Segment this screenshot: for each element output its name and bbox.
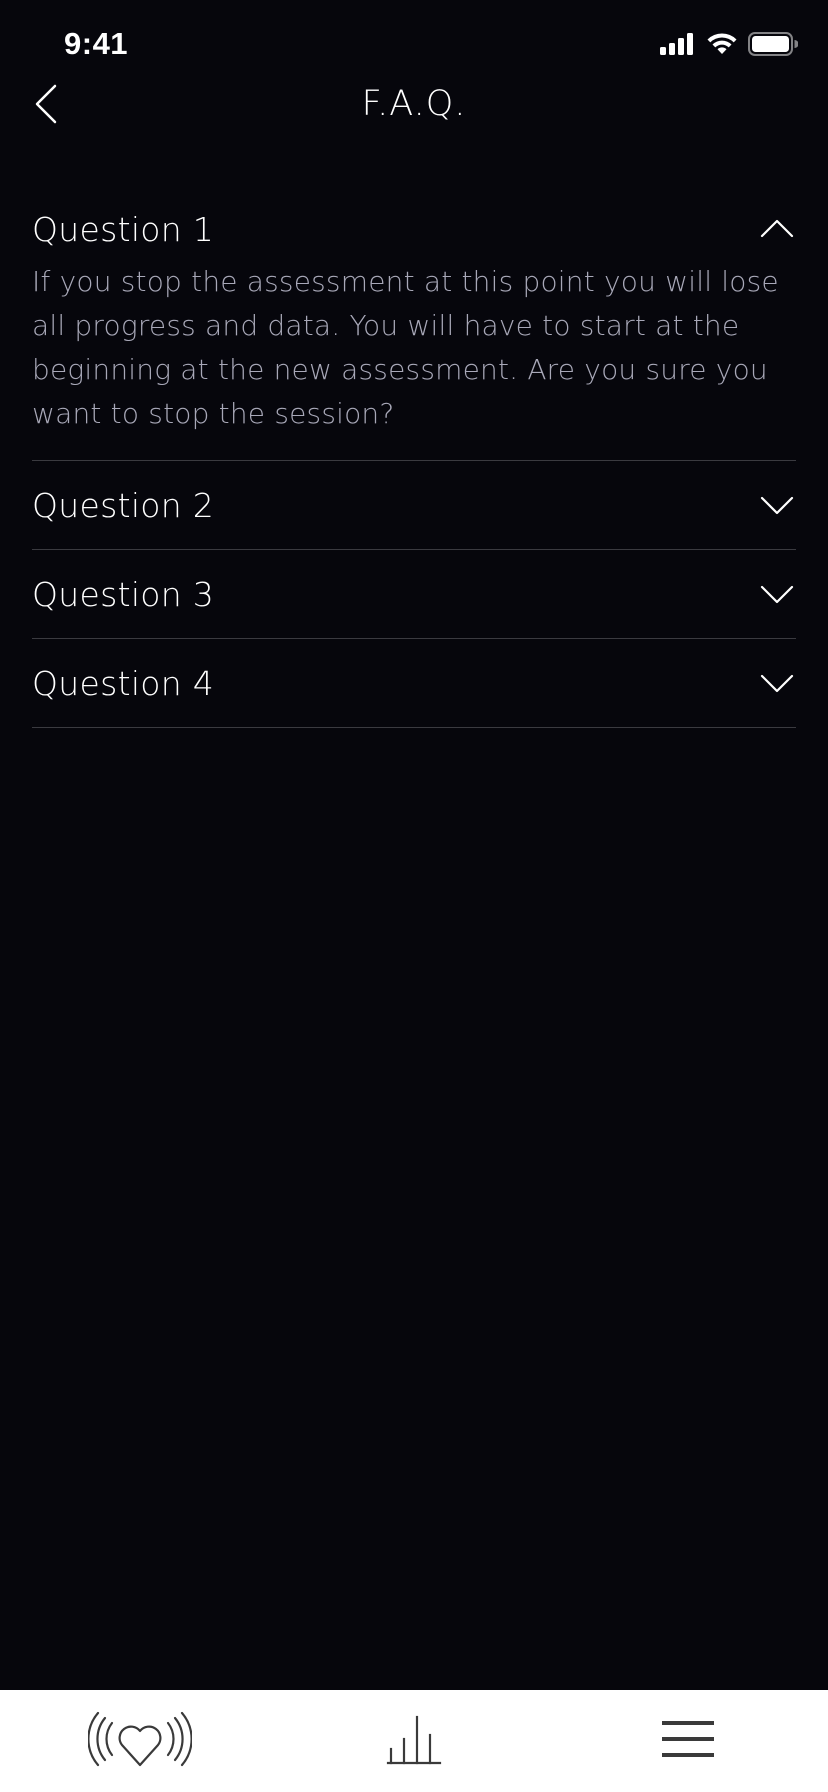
chevron-down-icon [760, 673, 794, 693]
wifi-icon [706, 32, 738, 60]
tab-heart[interactable] [80, 1701, 200, 1781]
bar-chart-icon [386, 1713, 442, 1769]
tab-menu[interactable] [628, 1701, 748, 1781]
tab-stats[interactable] [354, 1701, 474, 1781]
menu-icon [660, 1717, 716, 1765]
faq-answer: If you stop the assessment at this point… [32, 265, 779, 430]
status-time: 9:41 [64, 26, 129, 61]
faq-item: Question 4 [32, 639, 796, 728]
chevron-down-icon [760, 495, 794, 515]
battery-icon [748, 32, 799, 60]
faq-question: Question 2 [32, 485, 215, 525]
chevron-down-icon [760, 584, 794, 604]
faq-question: Question 1 [32, 210, 215, 249]
faq-question-header[interactable]: Question 2 [32, 461, 796, 549]
page-title: F.A.Q. [361, 84, 467, 124]
tab-bar [0, 1690, 828, 1792]
chevron-up-icon [760, 218, 794, 238]
faq-question-header[interactable]: Question 4 [32, 639, 796, 727]
cellular-signal-icon [660, 33, 696, 59]
faq-question-header[interactable]: Question 3 [32, 550, 796, 638]
heart-pulse-icon [87, 1707, 193, 1775]
status-icons [660, 32, 799, 60]
nav-bar: F.A.Q. [0, 70, 828, 142]
faq-question: Question 4 [32, 663, 215, 703]
faq-item: Question 1 If you stop the assessment at… [32, 196, 796, 461]
faq-item: Question 2 [32, 461, 796, 550]
faq-question: Question 3 [32, 574, 215, 614]
faq-item: Question 3 [32, 550, 796, 639]
faq-list: Question 1 If you stop the assessment at… [32, 196, 796, 728]
faq-question-header[interactable]: Question 1 [32, 196, 796, 260]
